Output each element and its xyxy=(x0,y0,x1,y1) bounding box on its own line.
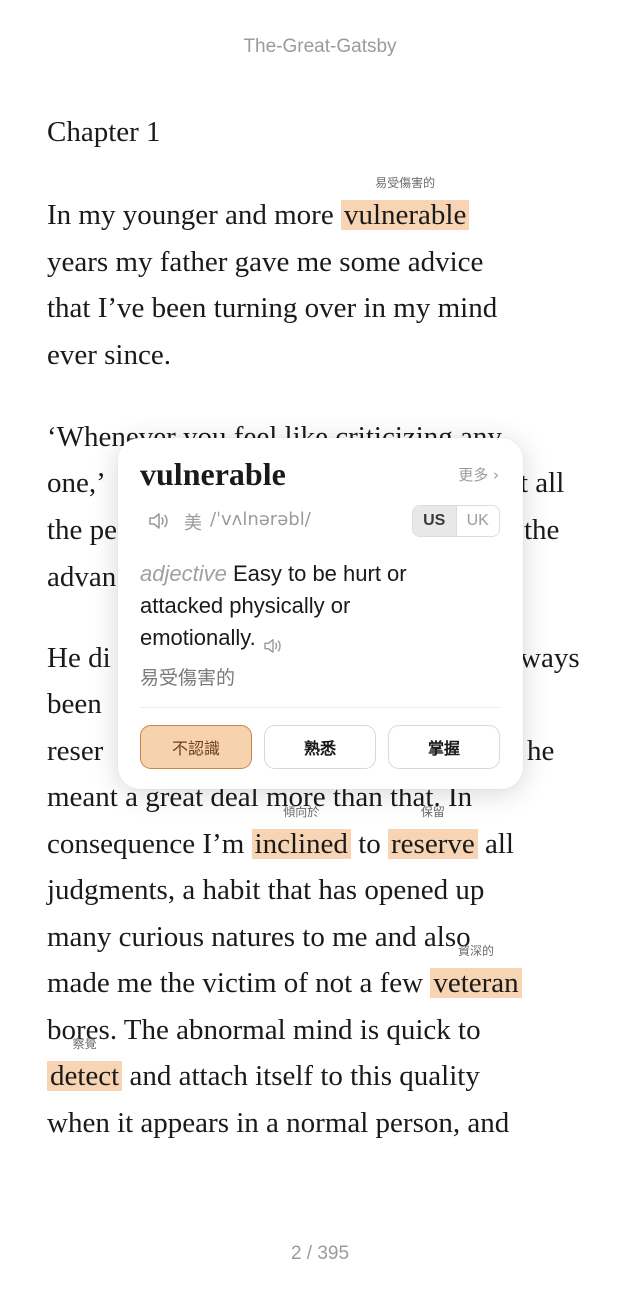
unknown-button[interactable]: 不認識 xyxy=(140,725,252,769)
text-line: In my younger and more 易受傷害的 vulnerable xyxy=(47,176,470,232)
page-indicator: 2 / 395 xyxy=(290,1243,350,1264)
text-line: ever since. xyxy=(47,339,171,371)
text-line: when it appears in a normal person, and xyxy=(47,1107,510,1139)
text-line-fragment: he xyxy=(527,735,555,767)
word-gloss: 保留 xyxy=(420,805,445,819)
text-line-fragment: t all xyxy=(520,467,565,499)
dictionary-popup: vulnerable 更多 › 美 /ˈvʌlnərəbl/ US UK adj… xyxy=(118,438,523,789)
highlighted-word-inclined[interactable]: 傾向於 inclined xyxy=(251,805,351,859)
word-gloss: 資深的 xyxy=(457,944,494,958)
text-line: that I’ve been turning over in my mind xyxy=(47,292,498,324)
text-line: made me the victim of not a few 資深的 veter… xyxy=(47,944,522,1000)
definition: adjective Easy to be hurt or attacked ph… xyxy=(140,558,470,654)
text-line: one,’ xyxy=(47,467,106,499)
accent-uk-option[interactable]: UK xyxy=(455,506,499,536)
text-line-fragment: the xyxy=(524,514,560,546)
text-line: the pe xyxy=(47,514,118,546)
text-line: 察覺 detect and attach itself to this quali… xyxy=(47,1037,480,1093)
accent-us-option[interactable]: US xyxy=(413,506,456,536)
chapter-title: Chapter 1 xyxy=(47,116,161,148)
phonetic-text: /ˈvʌlnərəbl/ xyxy=(210,509,311,530)
book-title: The-Great-Gatsby xyxy=(243,36,397,57)
more-link[interactable]: 更多 › xyxy=(458,464,499,485)
highlighted-word-veteran[interactable]: 資深的 veteran xyxy=(430,944,522,998)
speaker-icon[interactable] xyxy=(262,631,284,654)
popup-word: vulnerable xyxy=(140,456,286,492)
word-gloss: 易受傷害的 xyxy=(375,176,436,190)
text-line: advan xyxy=(47,561,117,593)
translation: 易受傷害的 xyxy=(140,667,236,689)
text-line: reser xyxy=(47,735,104,767)
familiar-button[interactable]: 熟悉 xyxy=(264,725,376,769)
mastered-button[interactable]: 掌握 xyxy=(388,725,500,769)
text-line: judgments, a habit that has opened up xyxy=(47,874,485,906)
highlighted-word-vulnerable[interactable]: 易受傷害的 vulnerable xyxy=(340,176,470,230)
text-line: consequence I’m 傾向於 inclined to 保留 reserve… xyxy=(47,805,514,860)
highlighted-word-detect[interactable]: 察覺 detect xyxy=(47,1037,123,1091)
divider xyxy=(140,707,501,708)
text-line: He di xyxy=(47,642,111,674)
part-of-speech: adjective xyxy=(140,561,227,586)
word-gloss: 傾向於 xyxy=(283,805,320,819)
accent-toggle[interactable]: US UK xyxy=(412,505,500,537)
highlighted-word-reserve[interactable]: 保留 reserve xyxy=(388,805,478,859)
text-line-fragment: ways xyxy=(520,642,580,674)
phonetic-region: 美 xyxy=(184,513,202,534)
text-span: In my younger and more xyxy=(47,199,341,231)
word-gloss: 察覺 xyxy=(72,1037,97,1051)
speaker-icon[interactable] xyxy=(148,512,170,530)
text-line: years my father gave me some advice xyxy=(47,246,484,278)
text-line: many curious natures to me and also xyxy=(47,921,471,953)
text-line: been xyxy=(47,688,102,720)
